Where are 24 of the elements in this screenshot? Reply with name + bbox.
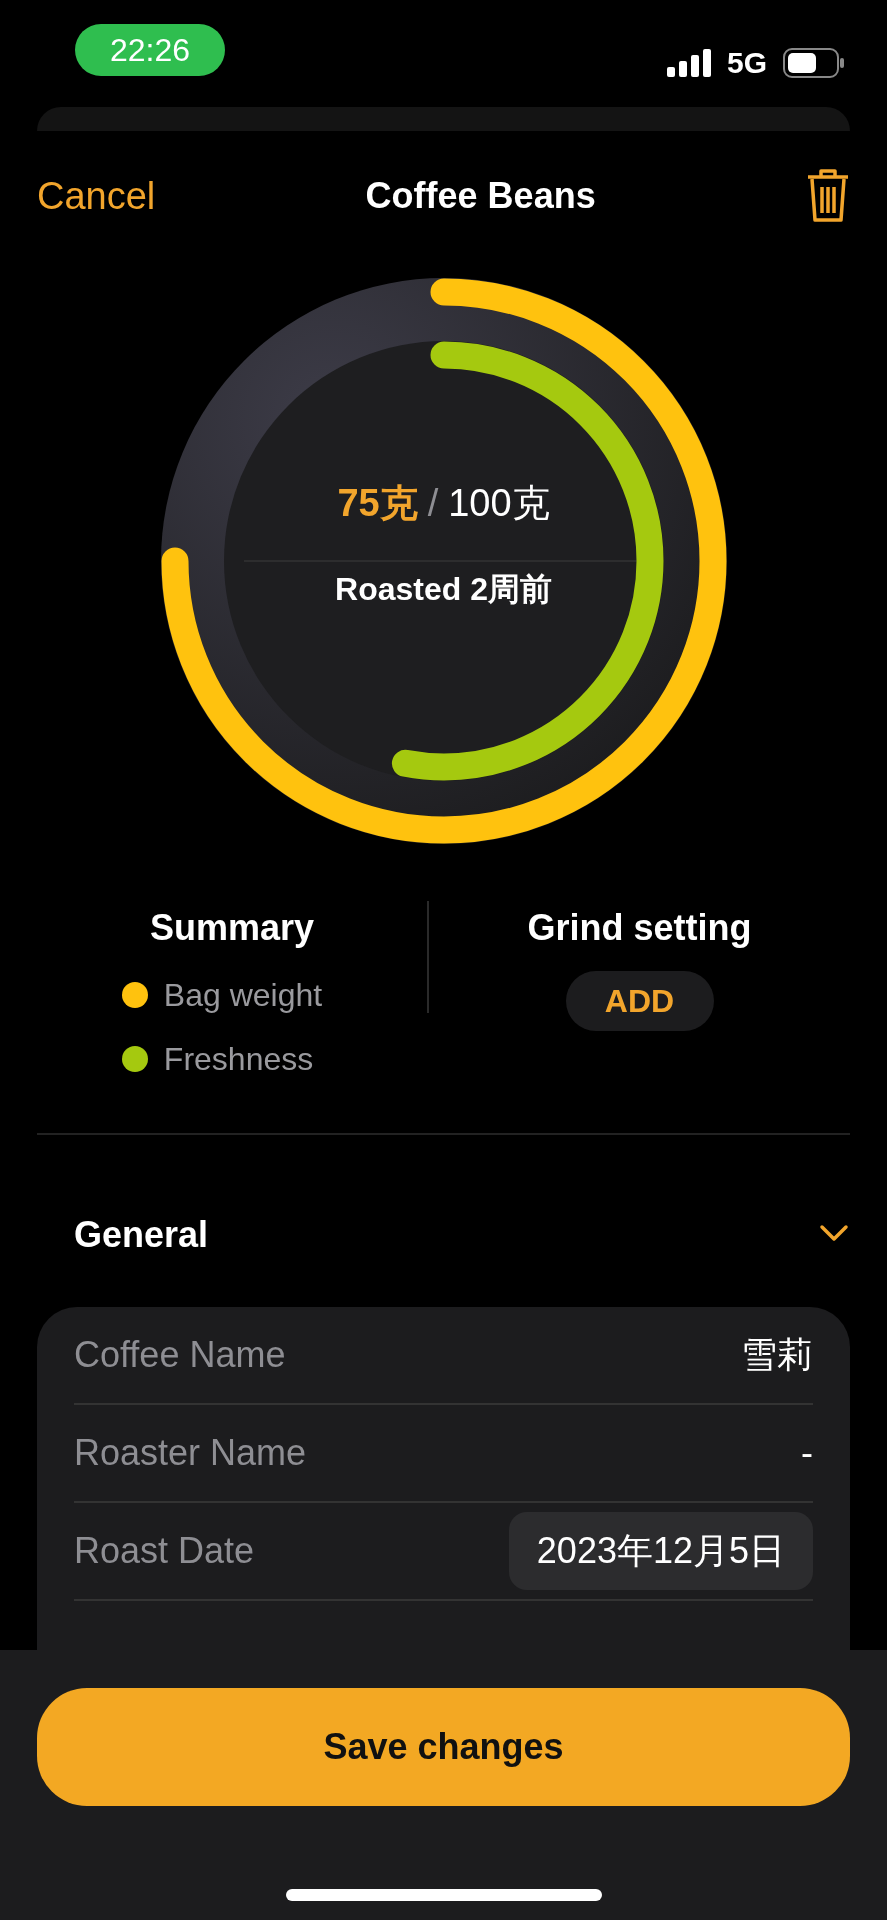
clock-time: 22:26 bbox=[75, 24, 225, 76]
trash-icon[interactable] bbox=[806, 169, 850, 223]
roasted-label: Roasted 2周前 bbox=[335, 571, 552, 607]
total-weight: 100克 bbox=[448, 482, 550, 524]
field-value: - bbox=[801, 1431, 813, 1475]
legend-label: Freshness bbox=[163, 1040, 314, 1079]
date-picker[interactable]: 2023年12月5日 bbox=[508, 1512, 813, 1590]
field-label: Roast Date bbox=[74, 1529, 255, 1573]
remaining-weight: 75克 bbox=[337, 482, 418, 524]
signal-icon bbox=[666, 48, 711, 77]
grind-heading: Grind setting bbox=[527, 906, 752, 950]
field-label: Coffee Name bbox=[74, 1333, 286, 1377]
cancel-button[interactable]: Cancel bbox=[37, 167, 156, 225]
screen-title: Coffee Beans bbox=[365, 174, 596, 218]
separator-text: / bbox=[427, 482, 439, 524]
field-label: Roaster Name bbox=[74, 1431, 307, 1475]
legend-label: Bag weight bbox=[163, 976, 323, 1015]
add-button[interactable]: ADD bbox=[565, 971, 714, 1031]
network-label: 5G bbox=[726, 45, 767, 81]
section-heading: General bbox=[74, 1213, 209, 1257]
save-button[interactable]: Save changes bbox=[37, 1688, 850, 1806]
field-value: 雪莉 bbox=[741, 1333, 813, 1377]
summary-heading: Summary bbox=[149, 906, 315, 950]
battery-icon bbox=[783, 47, 845, 78]
